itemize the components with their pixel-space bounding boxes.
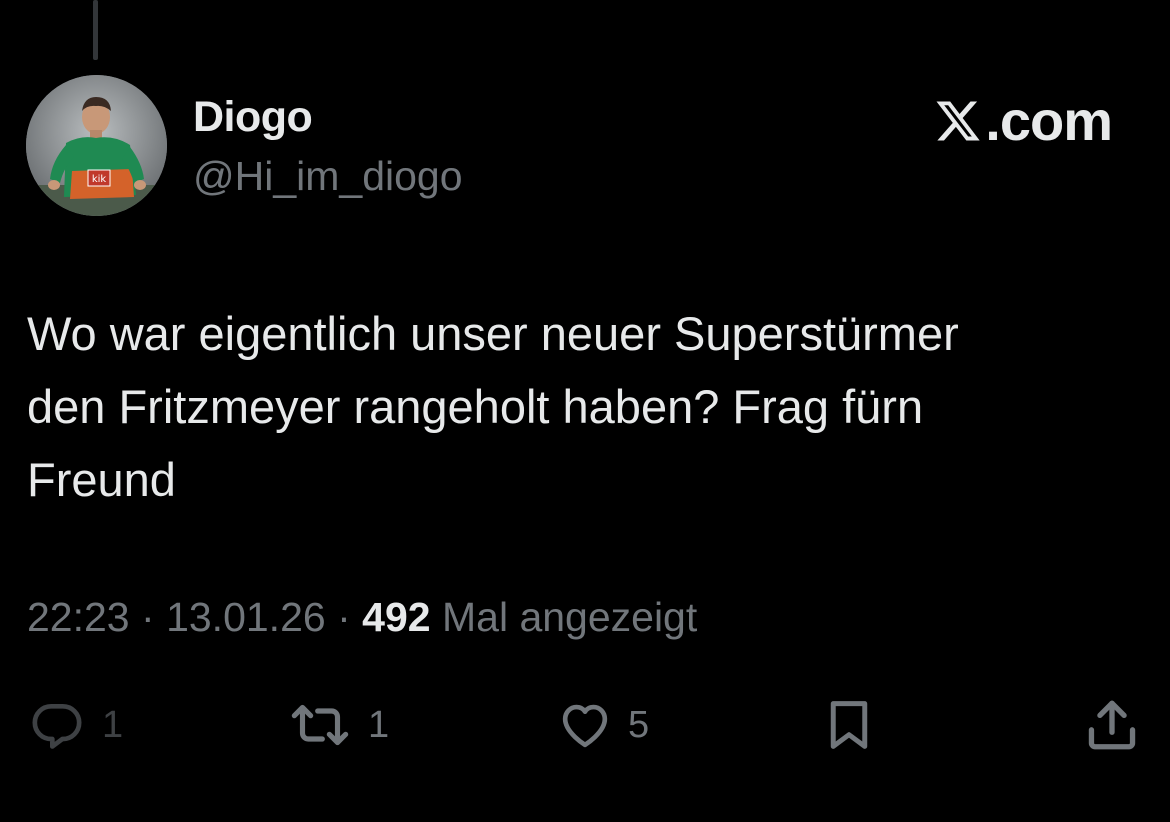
action-bar: 1 1 5 bbox=[0, 690, 1170, 760]
share-icon bbox=[1088, 700, 1136, 750]
brand-watermark: .com bbox=[933, 88, 1113, 153]
like-button[interactable]: 5 bbox=[556, 690, 649, 760]
reply-icon bbox=[32, 704, 82, 749]
author-handle[interactable]: @Hi_im_diogo bbox=[193, 153, 463, 200]
author-display-name[interactable]: Diogo bbox=[193, 93, 313, 142]
reply-count: 1 bbox=[102, 703, 124, 746]
avatar-image: kik bbox=[26, 75, 167, 216]
bookmark-icon bbox=[830, 701, 868, 749]
views-count[interactable]: 492 bbox=[362, 594, 430, 640]
bookmark-button[interactable] bbox=[822, 690, 876, 760]
share-button[interactable] bbox=[1083, 690, 1141, 760]
heart-icon bbox=[562, 704, 608, 748]
tweet-text: Wo war eigentlich unser neuer Superstürm… bbox=[27, 297, 1137, 516]
retweet-button[interactable]: 1 bbox=[286, 690, 389, 760]
meta-separator: · bbox=[141, 594, 155, 640]
meta-separator: · bbox=[337, 594, 351, 640]
tweet-time[interactable]: 22:23 bbox=[27, 594, 130, 640]
tweet-text-line: den Fritzmeyer rangeholt haben? Frag für… bbox=[27, 380, 924, 433]
thread-connector-line bbox=[93, 0, 98, 60]
tweet-text-line: Wo war eigentlich unser neuer Superstürm… bbox=[27, 307, 959, 360]
views-label[interactable]: Mal angezeigt bbox=[442, 594, 697, 640]
tweet-text-line: Freund bbox=[27, 453, 176, 506]
brand-label: .com bbox=[985, 89, 1113, 152]
retweet-icon bbox=[291, 704, 349, 746]
like-count: 5 bbox=[628, 703, 650, 746]
retweet-count: 1 bbox=[368, 703, 390, 746]
avatar[interactable]: kik bbox=[26, 75, 167, 216]
reply-button[interactable]: 1 bbox=[26, 690, 123, 760]
avatar-jersey-text: kik bbox=[92, 174, 107, 185]
x-logo-icon bbox=[936, 101, 980, 140]
tweet-meta: 22:23 · 13.01.26 · 492 Mal angezeigt bbox=[27, 594, 697, 641]
tweet-date[interactable]: 13.01.26 bbox=[166, 594, 326, 640]
